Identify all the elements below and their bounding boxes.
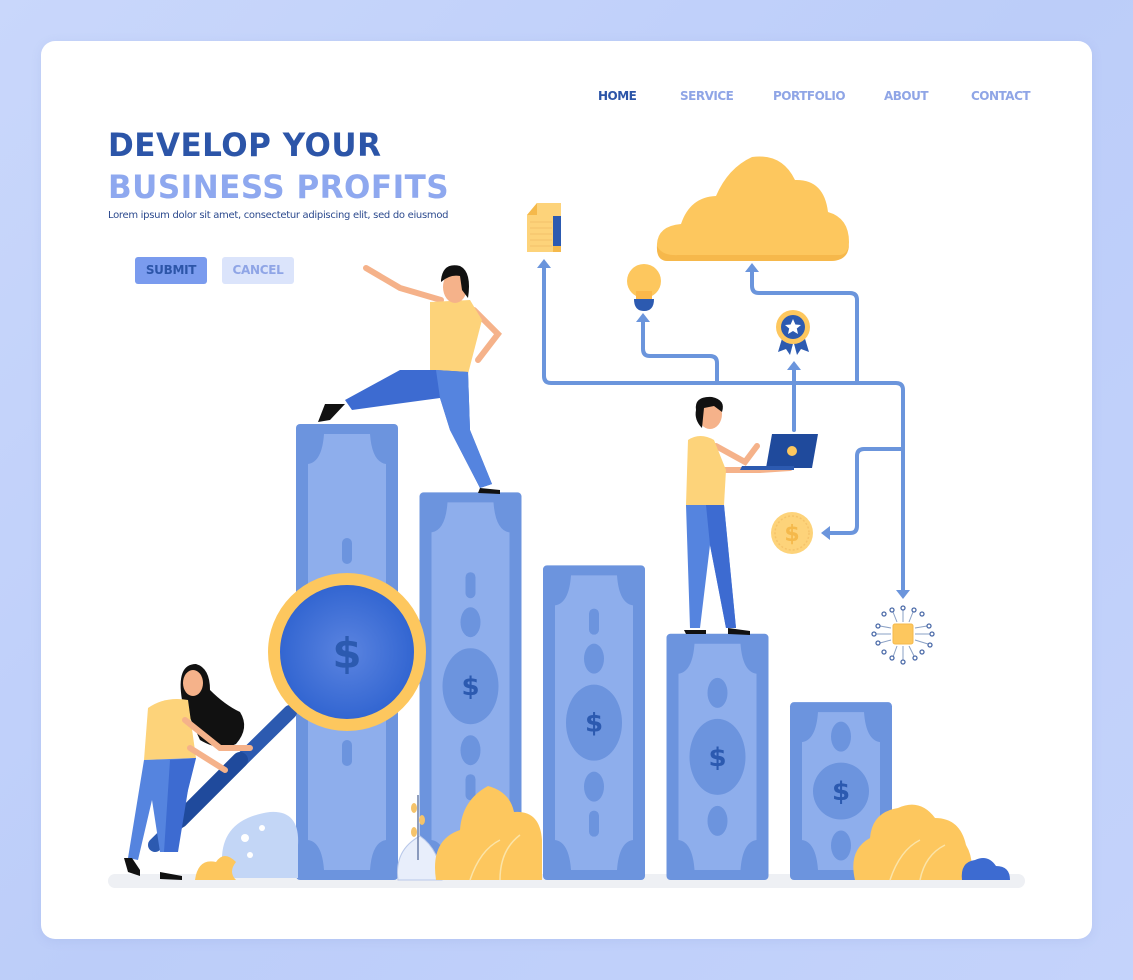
bill-oval [460, 607, 481, 638]
bill-oval [707, 805, 728, 836]
bill-dollar-symbol: $ [832, 777, 850, 807]
bill-oval [831, 721, 851, 752]
bill-slot [342, 538, 352, 564]
lens-dollar-symbol: $ [332, 629, 361, 678]
bill-oval [584, 771, 604, 802]
bill-oval [831, 830, 851, 861]
bill-dollar-symbol: $ [708, 743, 726, 773]
bill-slot [465, 774, 476, 801]
money-bar: $ [666, 633, 769, 880]
document-icon [527, 203, 561, 252]
bill-dollar-symbol: $ [585, 709, 603, 739]
coin-icon: $ [771, 512, 813, 554]
bill-oval [584, 643, 604, 674]
cloud-icon [656, 156, 849, 261]
business-growth-illustration: $ $$$$$ $ [108, 156, 1025, 888]
bill-slot [342, 740, 352, 766]
bill-slot [589, 608, 599, 635]
bill-dollar-symbol: $ [461, 672, 479, 702]
bill-slot [465, 572, 476, 599]
money-bar: $ [543, 565, 645, 880]
coin-symbol: $ [784, 522, 799, 547]
bill-oval [460, 735, 481, 766]
lightbulb-icon [627, 264, 661, 311]
bill-oval [707, 677, 728, 708]
microchip-icon [871, 605, 935, 665]
bill-slot [589, 810, 599, 837]
award-ribbon-icon [776, 310, 810, 355]
